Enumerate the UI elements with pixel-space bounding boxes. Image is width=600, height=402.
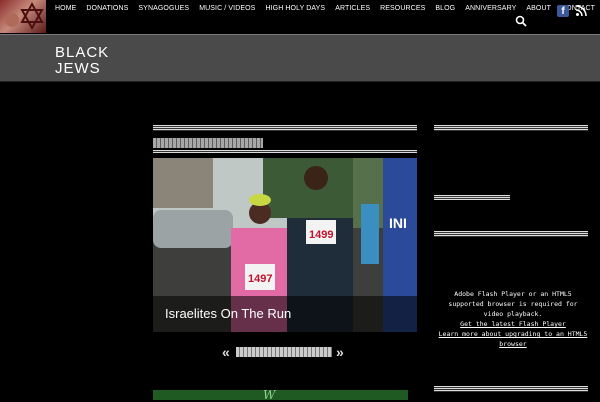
sidebar-divider [434, 231, 588, 237]
nav-blog[interactable]: BLOG [435, 5, 455, 12]
nav-home[interactable]: HOME [55, 5, 76, 12]
section-heading [153, 138, 263, 148]
nav-music-videos[interactable]: MUSIC / VIDEOS [199, 5, 255, 12]
html5-upgrade-link[interactable]: Learn more about upgrading to an HTML5 b… [438, 329, 588, 349]
sidebar-divider [434, 386, 588, 392]
rss-icon[interactable] [575, 5, 587, 17]
nav-donations[interactable]: DONATIONS [86, 5, 128, 12]
facebook-icon[interactable]: f [557, 5, 569, 17]
flash-player-link[interactable]: Get the latest Flash Player [438, 319, 588, 329]
nav-high-holy-days[interactable]: HIGH HOLY DAYS [265, 5, 325, 12]
nav-about[interactable]: ABOUT [526, 5, 551, 12]
divider [153, 150, 417, 153]
nav-synagogues[interactable]: SYNAGOGUES [138, 5, 189, 12]
site-logo[interactable] [0, 0, 46, 33]
nav-articles[interactable]: ARTICLES [335, 5, 370, 12]
sidebar-divider [434, 195, 510, 200]
bib-left: 1497 [248, 273, 272, 285]
flash-message: Adobe Flash Player or an HTML5 supported… [448, 290, 578, 318]
flash-video-notice: Adobe Flash Player or an HTML5 supported… [438, 289, 588, 349]
divider [153, 125, 417, 131]
svg-text:INI: INI [389, 215, 407, 231]
top-navigation-bar: HOME DONATIONS SYNAGOGUES MUSIC / VIDEOS… [0, 0, 600, 34]
bib-right: 1499 [309, 229, 333, 241]
chevron-left-icon[interactable]: « [222, 344, 230, 360]
slide-caption: Israelites On The Run [153, 296, 417, 332]
green-banner[interactable]: W [153, 388, 408, 402]
slide-caption-text[interactable]: Israelites On The Run [165, 306, 291, 321]
main-menu: HOME DONATIONS SYNAGOGUES MUSIC / VIDEOS… [55, 5, 600, 12]
nav-resources[interactable]: RESOURCES [380, 5, 425, 12]
sidebar-divider [434, 125, 588, 131]
site-title[interactable]: BLACK JEWS [55, 45, 135, 77]
slider-pagination[interactable] [236, 347, 332, 357]
chevron-right-icon[interactable]: » [336, 344, 344, 360]
star-of-david-icon [5, 1, 44, 31]
nav-anniversary[interactable]: ANNIVERSARY [465, 5, 516, 12]
featured-slider[interactable]: INI 1497 1499 Israelites On The Run [153, 158, 417, 332]
site-header: BLACK JEWS [0, 34, 600, 82]
search-icon[interactable] [515, 15, 527, 27]
